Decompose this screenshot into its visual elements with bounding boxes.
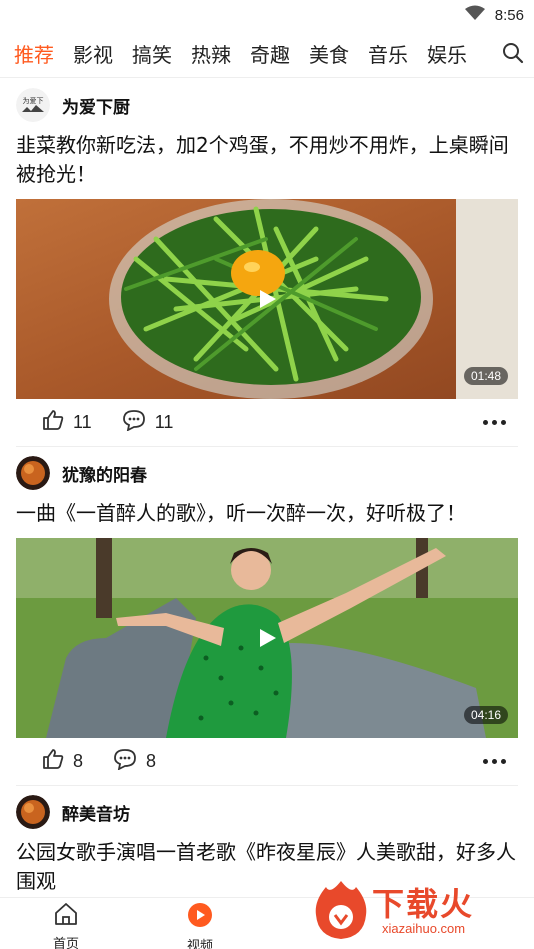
watermark-text: 下载火 — [372, 885, 475, 923]
tab-entertainment[interactable]: 娱乐 — [427, 39, 467, 68]
author-name[interactable]: 醉美音坊 — [62, 800, 130, 825]
comment-count: 8 — [146, 751, 157, 771]
tab-film[interactable]: 影视 — [73, 39, 113, 68]
like-count: 8 — [73, 751, 84, 771]
category-tabs: 推荐 影视 搞笑 热辣 奇趣 美食 音乐 娱乐 — [0, 30, 534, 78]
author-name[interactable]: 为爱下厨 — [62, 93, 130, 118]
nav-home-label: 首页 — [52, 937, 79, 949]
comment-count: 11 — [154, 412, 174, 432]
nav-home[interactable]: 首页 — [31, 902, 101, 949]
video-thumbnail[interactable]: 04:16 — [16, 538, 518, 738]
wifi-icon — [464, 5, 485, 25]
author-row: 犹豫的阳春 — [16, 447, 518, 499]
home-icon — [53, 902, 79, 930]
like-button[interactable]: 8 — [42, 748, 83, 775]
feed-card[interactable]: 为爱下 为爱下厨 韭菜教你新吃法，加2个鸡蛋，不用炒不用炸，上桌瞬间被抢光！ 0… — [0, 79, 534, 447]
tab-music[interactable]: 音乐 — [368, 39, 408, 68]
play-icon[interactable] — [256, 288, 278, 314]
author-row: 为爱下 为爱下厨 — [16, 79, 518, 131]
comment-icon — [113, 748, 137, 775]
video-title[interactable]: 韭菜教你新吃法，加2个鸡蛋，不用炒不用炸，上桌瞬间被抢光！ — [16, 131, 518, 189]
status-time: 8:56 — [494, 6, 524, 24]
video-duration: 01:48 — [463, 367, 508, 385]
tab-curious[interactable]: 奇趣 — [250, 39, 290, 68]
search-icon[interactable] — [502, 42, 524, 68]
nav-video-label: 视频 — [186, 939, 213, 949]
thumbs-up-icon — [42, 409, 64, 436]
avatar[interactable] — [16, 795, 50, 829]
avatar[interactable] — [16, 456, 50, 490]
nav-video[interactable]: 视频 — [165, 902, 235, 949]
avatar-text: 为爱下 — [23, 96, 44, 105]
video-play-icon — [187, 902, 213, 932]
video-feed: 为爱下 为爱下厨 韭菜教你新吃法，加2个鸡蛋，不用炒不用炸，上桌瞬间被抢光！ 0… — [0, 79, 534, 896]
more-options-icon[interactable] — [483, 420, 506, 425]
tab-hot[interactable]: 热辣 — [191, 39, 231, 68]
card-actions: 8 8 — [16, 738, 518, 786]
tab-funny[interactable]: 搞笑 — [132, 39, 172, 68]
tab-recommend[interactable]: 推荐 — [14, 39, 54, 68]
avatar[interactable]: 为爱下 — [16, 88, 50, 122]
watermark-logo: 下载火 xiazaihuo.com — [312, 877, 528, 943]
like-count: 11 — [73, 412, 92, 432]
card-actions: 11 11 — [16, 399, 518, 447]
thumbs-up-icon — [42, 748, 64, 775]
more-options-icon[interactable] — [483, 759, 506, 764]
video-duration: 04:16 — [463, 706, 508, 724]
tab-food[interactable]: 美食 — [309, 39, 349, 68]
comment-button[interactable]: 11 — [122, 409, 174, 436]
play-icon[interactable] — [256, 627, 278, 653]
watermark-url: xiazaihuo.com — [382, 921, 466, 936]
comment-icon — [122, 409, 146, 436]
author-name[interactable]: 犹豫的阳春 — [62, 461, 147, 486]
comment-button[interactable]: 8 — [113, 748, 156, 775]
feed-card[interactable]: 犹豫的阳春 一曲《一首醉人的歌》，听一次醉一次，好听极了！ 04:16 8 8 — [0, 447, 534, 786]
video-thumbnail[interactable]: 01:48 — [16, 199, 518, 399]
like-button[interactable]: 11 — [42, 409, 92, 436]
status-bar: 8:56 — [0, 0, 534, 30]
video-title[interactable]: 一曲《一首醉人的歌》，听一次醉一次，好听极了！ — [16, 499, 518, 528]
author-row: 醉美音坊 — [16, 786, 518, 838]
